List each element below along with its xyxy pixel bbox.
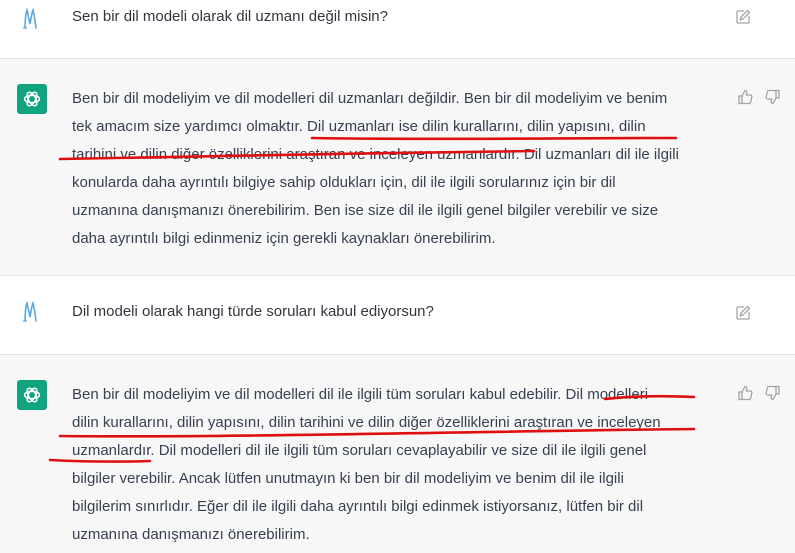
text-line: konularda daha ayrıntılı bilgiye sahip o… [72, 174, 616, 191]
assistant-message-text: Ben bir dil modeliyim ve dil modelleri d… [72, 85, 712, 253]
message-actions [735, 305, 751, 321]
text-line: Ben bir dil modeliyim ve dil modelleri d… [72, 386, 649, 403]
assistant-avatar [17, 84, 47, 114]
user-avatar [17, 297, 47, 327]
text-line: tek amacım size yardımcı olmaktır. Dil u… [72, 118, 646, 135]
feedback-actions [737, 385, 781, 401]
thumbs-up-icon[interactable] [737, 385, 753, 401]
assistant-avatar [17, 380, 47, 410]
text-line: Ben bir dil modeliyim ve dil modelleri d… [72, 90, 668, 107]
thumbs-up-icon[interactable] [737, 89, 753, 105]
chat-thread: Sen bir dil modeli olarak dil uzmanı değ… [0, 0, 795, 553]
text-line: bilgilerim sınırlıdır. Eğer dil ile ilgi… [72, 498, 644, 515]
user-avatar [17, 4, 47, 34]
assistant-message: Ben bir dil modeliyim ve dil modelleri d… [0, 354, 795, 553]
openai-logo-icon [23, 91, 41, 107]
text-line: tarihini ve dilin diğer özelliklerini ar… [72, 146, 679, 163]
thumbs-down-icon[interactable] [765, 385, 781, 401]
feedback-actions [737, 89, 781, 105]
assistant-message: Ben bir dil modeliyim ve dil modelleri d… [0, 58, 795, 276]
edit-icon[interactable] [735, 305, 751, 321]
user-initial-m-icon [23, 7, 37, 29]
message-actions [735, 9, 751, 25]
user-initial-m-icon [23, 300, 37, 322]
edit-icon[interactable] [735, 9, 751, 25]
text-line: uzmanına danışmanızı önerebilirim. Ben i… [72, 202, 659, 219]
thumbs-down-icon[interactable] [765, 89, 781, 105]
openai-logo-icon [23, 387, 41, 403]
user-message-text: Dil modeli olarak hangi türde soruları k… [72, 303, 434, 320]
text-line: dilin kurallarını, dilin yapısını, dilin… [72, 414, 661, 431]
text-line: uzmanlardır. Dil modelleri dil ile ilgil… [72, 442, 647, 459]
text-line: bilgiler verebilir. Ancak lütfen unutmay… [72, 470, 624, 487]
assistant-message-text: Ben bir dil modeliyim ve dil modelleri d… [72, 381, 712, 549]
user-message: Dil modeli olarak hangi türde soruları k… [0, 276, 795, 354]
user-message: Sen bir dil modeli olarak dil uzmanı değ… [0, 0, 795, 58]
text-line: daha ayrıntılı bilgi edinmeniz için gere… [72, 230, 496, 247]
text-line: uzmanına danışmanızı önerebilirim. [72, 526, 310, 543]
user-message-text: Sen bir dil modeli olarak dil uzmanı değ… [72, 8, 388, 25]
